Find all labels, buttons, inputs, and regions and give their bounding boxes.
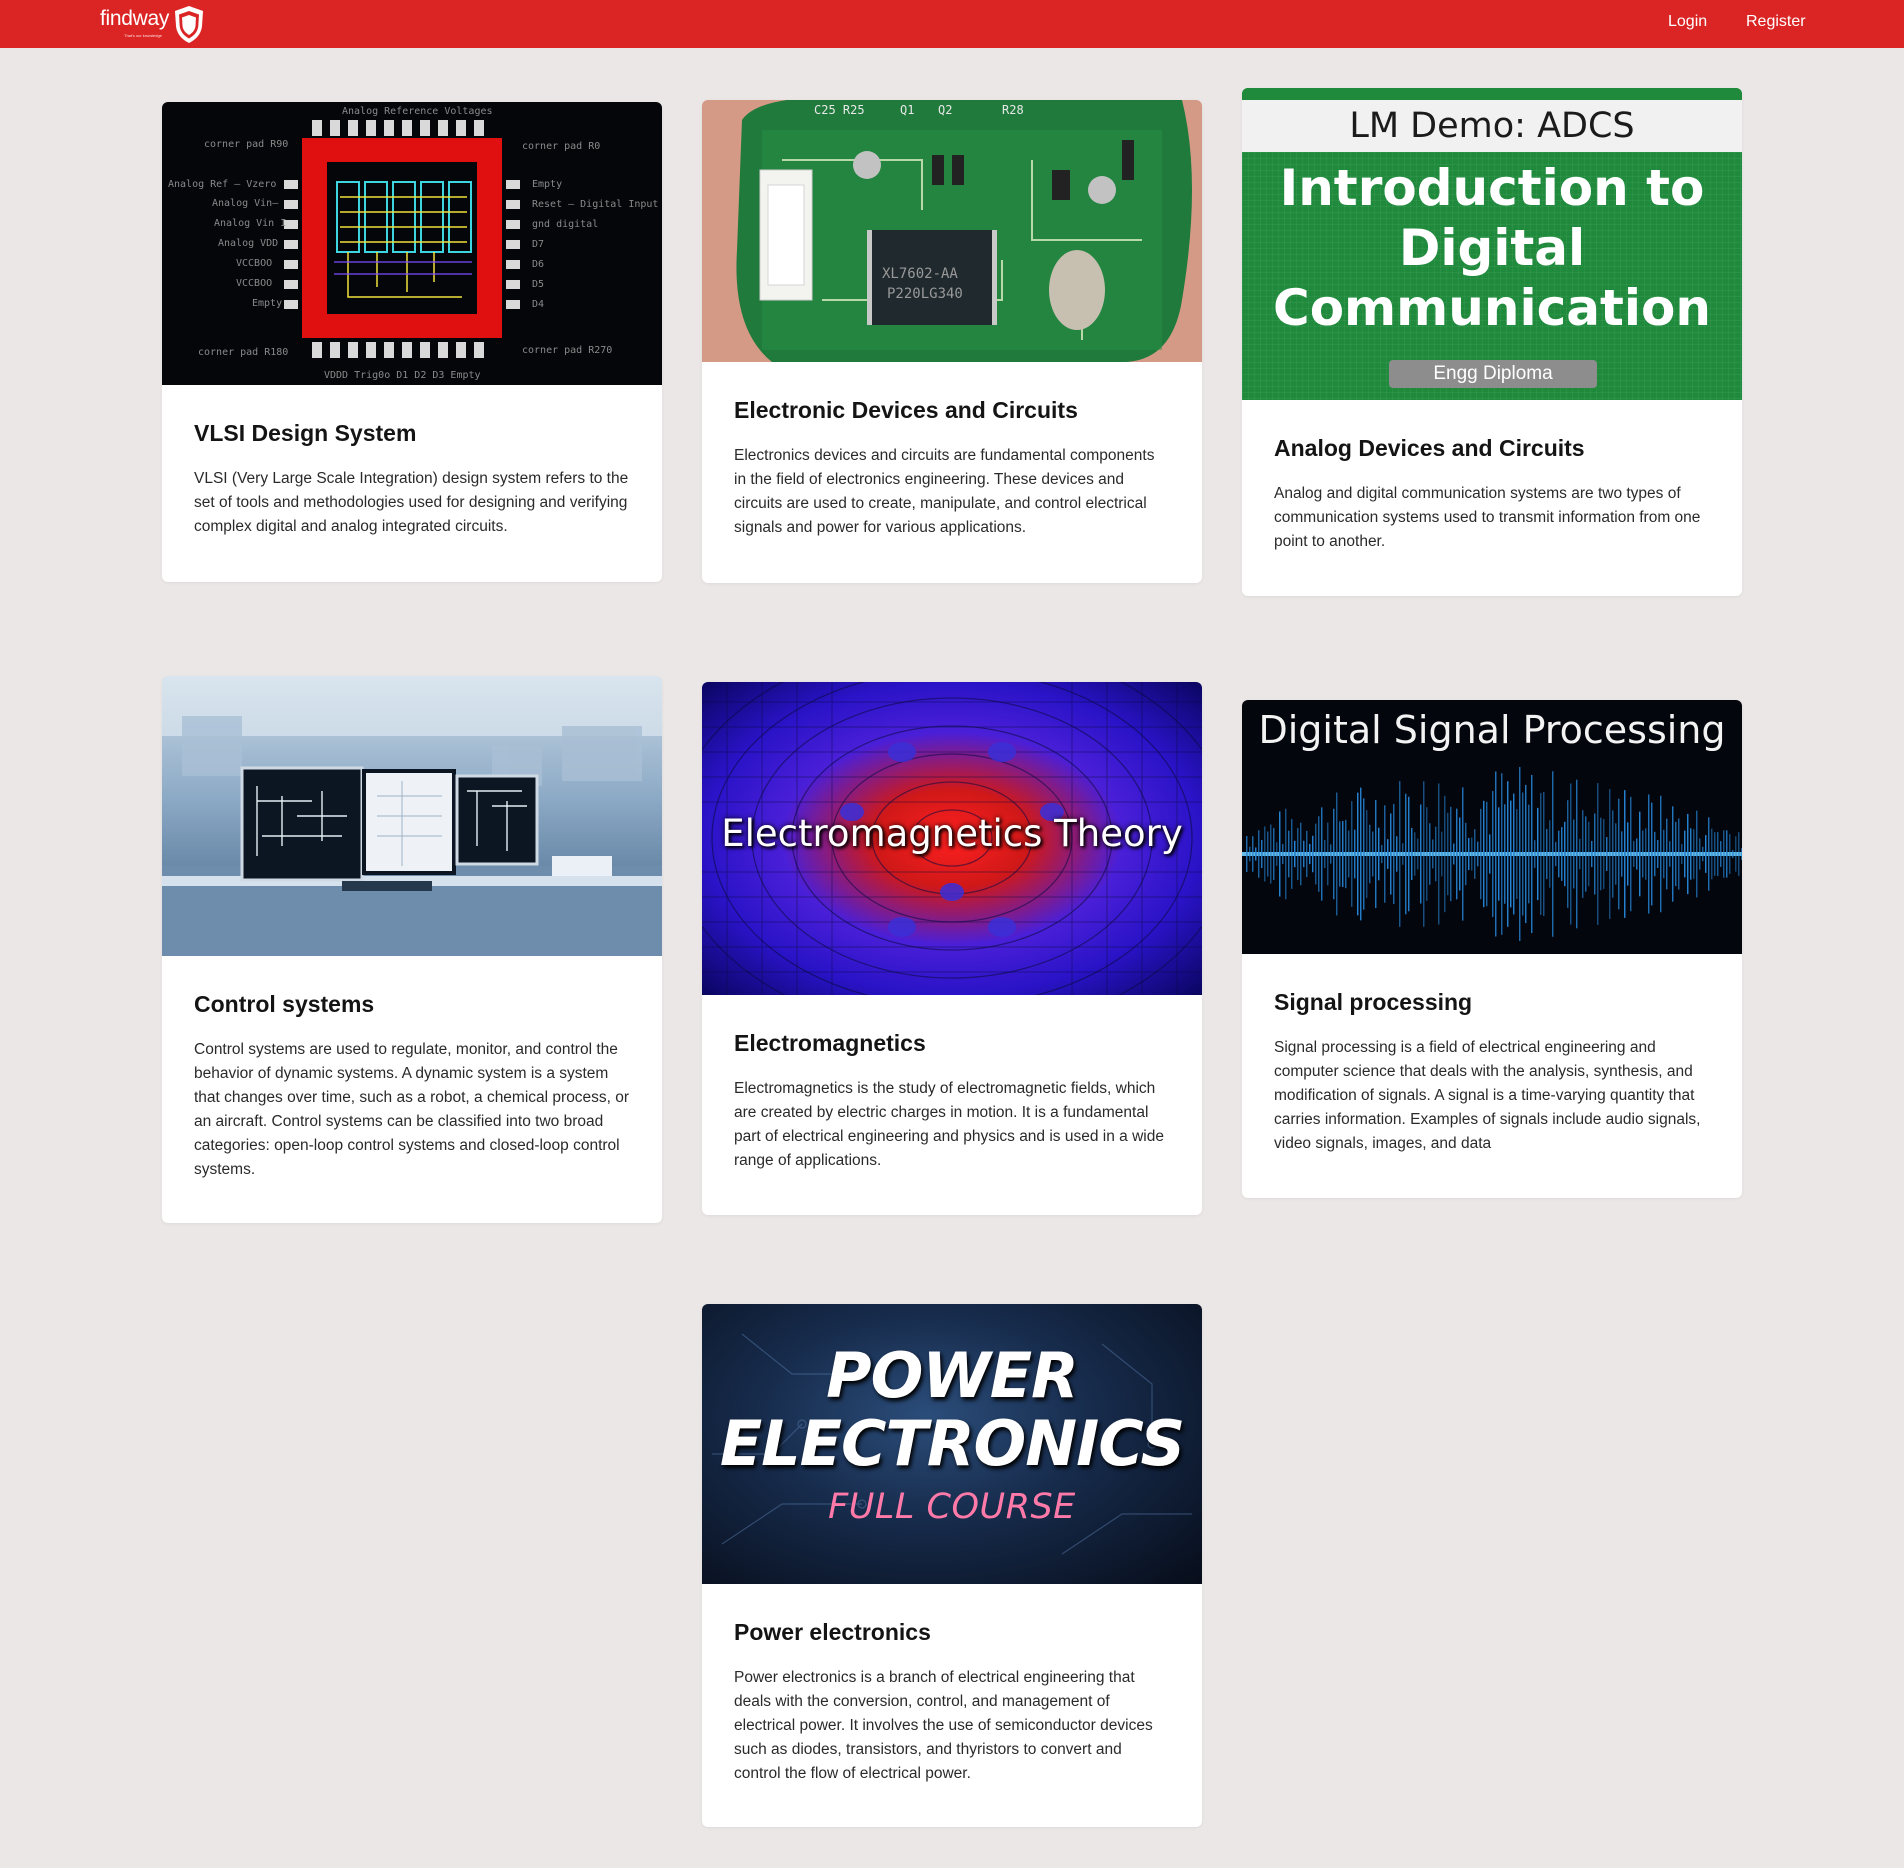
svg-text:Q2: Q2 <box>938 103 952 117</box>
control-room-monitors-image <box>162 676 662 956</box>
image-overlay-line: POWER <box>826 1339 1079 1412</box>
vlsi-chip-layout-image: corner pad R90 corner pad R0 Analog Ref —… <box>162 102 662 385</box>
course-card-analog-devices[interactable]: LM Demo: ADCS Introduction to Digital Co… <box>1242 88 1742 596</box>
slide-heading-line: Digital <box>1398 219 1586 277</box>
svg-text:gnd digital: gnd digital <box>532 219 598 230</box>
top-navbar: findway That's our knowledge Login Regis… <box>0 0 1904 48</box>
course-description: VLSI (Very Large Scale Integration) desi… <box>194 470 629 535</box>
image-overlay-subtitle: FULL COURSE <box>828 1487 1076 1527</box>
course-description: Power electronics is a branch of electri… <box>734 1669 1153 1782</box>
power-electronics-course-image: POWER ELECTRONICS FULL COURSE <box>702 1304 1202 1584</box>
svg-text:Analog VDD: Analog VDD <box>218 238 278 249</box>
svg-text:corner pad R180: corner pad R180 <box>198 347 288 358</box>
course-title[interactable]: Electromagnetics <box>734 1029 1170 1057</box>
svg-text:Empty: Empty <box>532 179 562 190</box>
course-title[interactable]: VLSI Design System <box>194 419 630 447</box>
svg-text:VCCBOO: VCCBOO <box>236 278 272 289</box>
course-title[interactable]: Signal processing <box>1274 988 1710 1016</box>
brand-tagline: That's our knowledge <box>124 33 162 38</box>
svg-text:C25 R25: C25 R25 <box>814 103 865 117</box>
svg-text:VDDD Trig0o D1 D2 D3 Empty: VDDD Trig0o D1 D2 D3 Empty <box>324 370 481 381</box>
svg-text:Analog Ref — Vzero: Analog Ref — Vzero <box>168 179 276 190</box>
svg-text:XL7602-AA: XL7602-AA <box>882 266 958 282</box>
svg-text:D7: D7 <box>532 239 544 250</box>
electromagnetic-field-image: Electromagnetics Theory <box>702 682 1202 995</box>
image-overlay-title: Digital Signal Processing <box>1258 708 1726 752</box>
svg-text:P220LG340: P220LG340 <box>887 286 963 302</box>
slide-green-panel: Introduction to Digital Communication En… <box>1242 152 1742 400</box>
course-card-electronic-devices[interactable]: XL7602-AA P220LG340 C25 R25 Q1 Q2 R28 Elect… <box>702 100 1202 583</box>
course-title[interactable]: Electronic Devices and Circuits <box>734 396 1170 424</box>
brand-logo[interactable]: findway That's our knowledge <box>100 3 206 45</box>
svg-text:Analog Vin I: Analog Vin I <box>214 218 286 229</box>
course-title[interactable]: Control systems <box>194 990 630 1018</box>
course-card-control-systems[interactable]: Control systems Control systems are used… <box>162 676 662 1223</box>
digital-communication-slide-image: LM Demo: ADCS Introduction to Digital Co… <box>1242 88 1742 400</box>
course-description: Electronics devices and circuits are fun… <box>734 447 1155 536</box>
svg-text:VCCBOO: VCCBOO <box>236 258 272 269</box>
circuit-board-image: XL7602-AA P220LG340 C25 R25 Q1 Q2 R28 <box>702 100 1202 362</box>
course-title[interactable]: Power electronics <box>734 1618 1170 1646</box>
svg-text:Reset — Digital Input: Reset — Digital Input <box>532 199 658 210</box>
course-description: Analog and digital communication systems… <box>1274 485 1701 550</box>
login-link[interactable]: Login <box>1668 13 1707 31</box>
svg-text:Analog Vin—: Analog Vin— <box>212 198 279 209</box>
svg-text:Analog Reference Voltages: Analog Reference Voltages <box>342 106 493 117</box>
svg-text:Empty: Empty <box>252 298 282 309</box>
image-overlay-line: ELECTRONICS <box>719 1407 1185 1480</box>
course-description: Control systems are used to regulate, mo… <box>194 1041 630 1178</box>
sound-wave-image: Digital Signal Processing <box>1242 700 1742 954</box>
slide-banner-text: LM Demo: ADCS <box>1242 100 1742 152</box>
course-card-electromagnetics[interactable]: Electromagnetics Theory Electromagnetics… <box>702 682 1202 1215</box>
svg-text:D6: D6 <box>532 259 544 270</box>
svg-text:D5: D5 <box>532 279 544 290</box>
slide-heading-line: Communication <box>1273 279 1711 337</box>
svg-text:D4: D4 <box>532 299 544 310</box>
svg-text:corner pad R270: corner pad R270 <box>522 345 612 356</box>
slide-heading-line: Introduction to <box>1279 159 1705 217</box>
course-card-signal-processing[interactable]: Digital Signal Processing Signal process… <box>1242 700 1742 1198</box>
slide-badge: Engg Diploma <box>1389 360 1597 388</box>
course-card-power-electronics[interactable]: POWER ELECTRONICS FULL COURSE Power elec… <box>702 1304 1202 1827</box>
svg-text:corner pad R90: corner pad R90 <box>204 139 288 150</box>
course-description: Electromagnetics is the study of electro… <box>734 1080 1164 1169</box>
brand-name: findway <box>100 7 170 30</box>
course-card-vlsi[interactable]: corner pad R90 corner pad R0 Analog Ref —… <box>162 102 662 582</box>
register-link[interactable]: Register <box>1746 13 1806 31</box>
shield-icon <box>175 6 204 43</box>
slide-top-strip <box>1242 88 1742 100</box>
course-title[interactable]: Analog Devices and Circuits <box>1274 434 1710 462</box>
course-description: Signal processing is a field of electric… <box>1274 1039 1701 1152</box>
svg-text:R28: R28 <box>1002 103 1024 117</box>
svg-text:Q1: Q1 <box>900 103 914 117</box>
image-overlay-title: Electromagnetics Theory <box>721 812 1183 855</box>
svg-text:corner pad R0: corner pad R0 <box>522 141 600 152</box>
